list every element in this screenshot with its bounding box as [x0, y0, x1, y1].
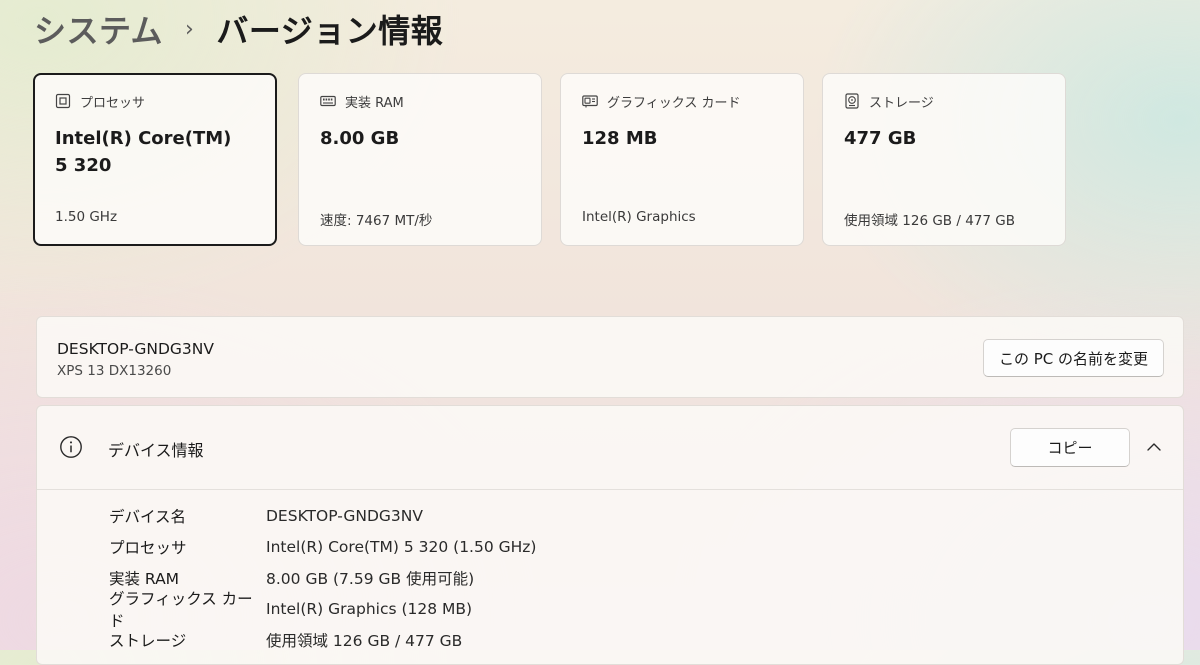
storage-card-title: ストレージ [869, 95, 934, 111]
spec-value: Intel(R) Core(TM) 5 320 (1.50 GHz) [266, 538, 537, 556]
spec-label: プロセッサ [109, 539, 187, 557]
spec-value: DESKTOP-GNDG3NV [266, 507, 423, 525]
info-icon [59, 435, 83, 459]
spec-row-storage: ストレージ 使用領域 126 GB / 477 GB [109, 629, 462, 651]
graphics-card-name: Intel(R) Graphics [582, 209, 696, 225]
storage-icon [844, 93, 860, 109]
ram-icon [320, 93, 336, 109]
processor-icon [55, 93, 71, 109]
spec-value: Intel(R) Graphics (128 MB) [266, 600, 473, 618]
spec-value: 8.00 GB (7.59 GB 使用可能) [266, 570, 475, 588]
graphics-card[interactable]: グラフィックス カード 128 MB Intel(R) Graphics [560, 73, 804, 246]
ram-card-speed: 速度: 7467 MT/秒 [320, 213, 433, 229]
ram-card-value: 8.00 GB [320, 128, 400, 149]
spec-label: デバイス名 [109, 508, 187, 526]
ram-card-title: 実装 RAM [345, 95, 404, 111]
processor-card-value: Intel(R) Core(TM) 5 320 [55, 128, 232, 176]
spec-row-ram: 実装 RAM 8.00 GB (7.59 GB 使用可能) [109, 567, 474, 589]
storage-card-usage: 使用領域 126 GB / 477 GB [844, 213, 1015, 229]
spec-value: 使用領域 126 GB / 477 GB [266, 632, 463, 650]
device-name: DESKTOP-GNDG3NV [57, 340, 214, 358]
page-title: バージョン情報 [216, 12, 444, 50]
graphics-card-title: グラフィックス カード [607, 95, 741, 111]
device-model: XPS 13 DX13260 [57, 363, 172, 379]
spec-label: 実装 RAM [109, 570, 180, 588]
device-info-title: デバイス情報 [108, 441, 204, 460]
device-name-panel: DESKTOP-GNDG3NV XPS 13 DX13260 この PC の名前… [36, 316, 1184, 398]
spec-label: グラフィックス カード [109, 590, 253, 630]
ram-card[interactable]: 実装 RAM 8.00 GB 速度: 7467 MT/秒 [298, 73, 542, 246]
processor-card-speed: 1.50 GHz [55, 209, 118, 225]
spec-row-graphics: グラフィックス カード Intel(R) Graphics (128 MB) [109, 590, 473, 630]
graphics-card-icon [582, 93, 598, 109]
device-info-header[interactable]: デバイス情報 コピー [37, 406, 1183, 490]
chevron-up-icon[interactable] [1145, 438, 1163, 456]
breadcrumb: システム › バージョン情報 [34, 6, 443, 52]
copy-button[interactable]: コピー [1010, 428, 1130, 467]
storage-card[interactable]: ストレージ 477 GB 使用領域 126 GB / 477 GB [822, 73, 1066, 246]
rename-pc-button[interactable]: この PC の名前を変更 [983, 339, 1164, 377]
storage-card-value: 477 GB [844, 128, 917, 149]
breadcrumb-system-link[interactable]: システム [34, 6, 163, 52]
device-info-panel: デバイス情報 コピー デバイス名 DESKTOP-GNDG3NV プロセッサ I… [36, 405, 1184, 665]
graphics-card-value: 128 MB [582, 128, 658, 149]
breadcrumb-separator: › [185, 16, 195, 42]
spec-row-processor: プロセッサ Intel(R) Core(TM) 5 320 (1.50 GHz) [109, 536, 536, 558]
processor-card[interactable]: プロセッサ Intel(R) Core(TM) 5 320 1.50 GHz [33, 73, 277, 246]
spec-label: ストレージ [109, 632, 187, 650]
processor-card-title: プロセッサ [80, 95, 146, 111]
spec-row-device-name: デバイス名 DESKTOP-GNDG3NV [109, 505, 423, 527]
